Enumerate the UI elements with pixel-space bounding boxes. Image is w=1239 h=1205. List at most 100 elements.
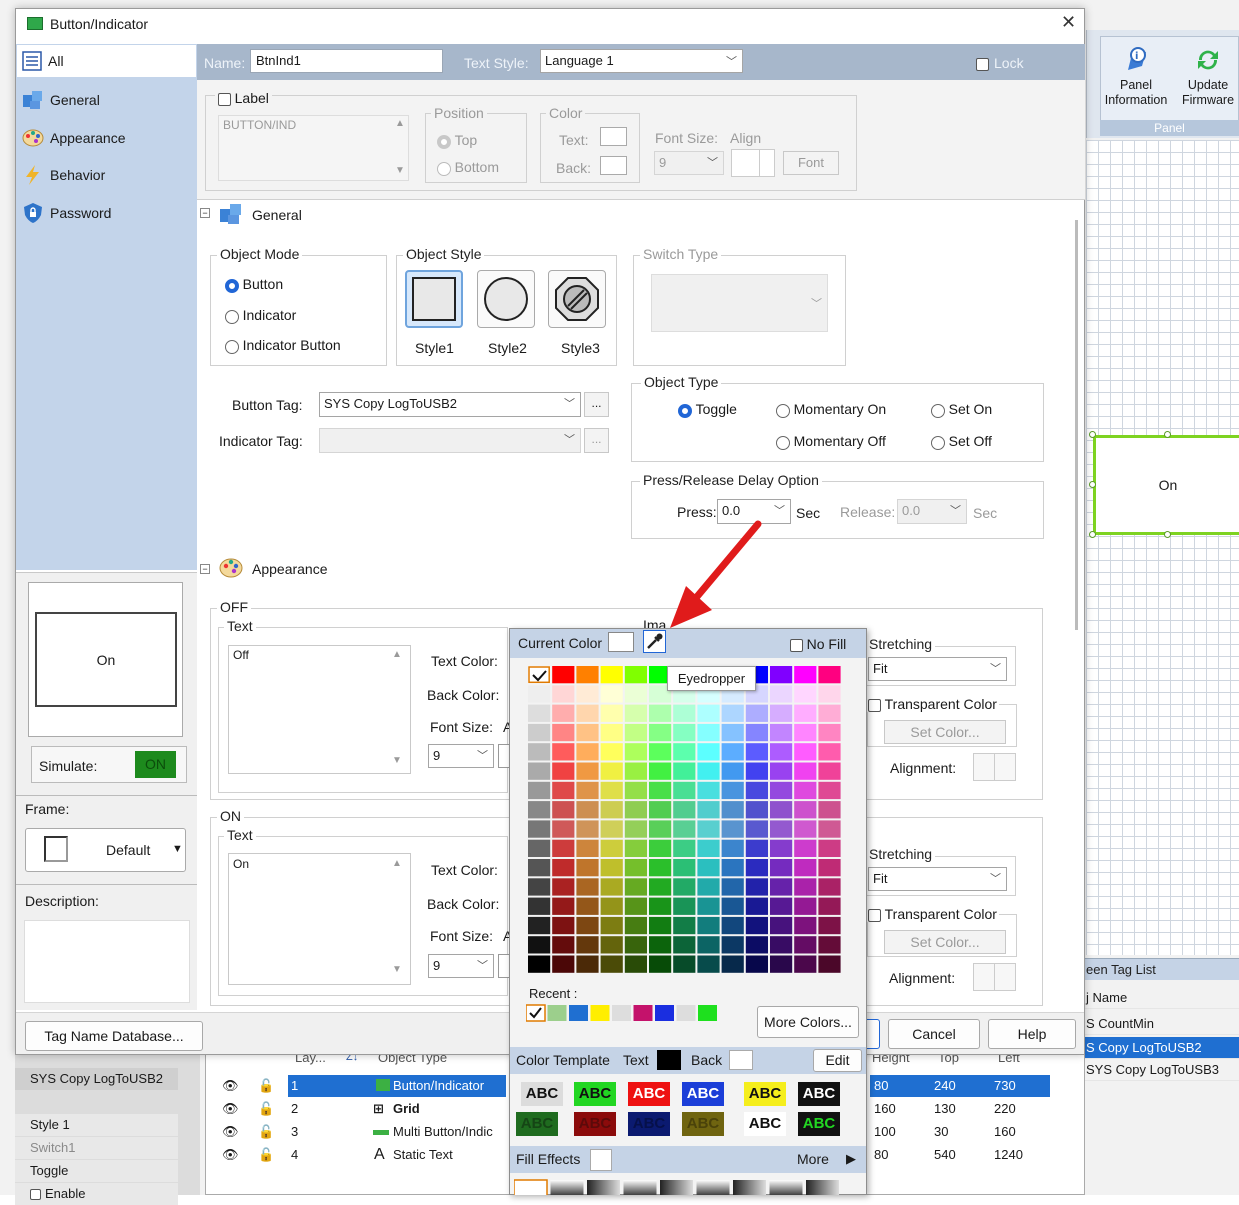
- color-swatch[interactable]: [576, 859, 599, 877]
- color-swatch[interactable]: [624, 801, 647, 819]
- lock-open-icon[interactable]: 🔓: [258, 1121, 274, 1143]
- color-swatch[interactable]: [794, 936, 817, 954]
- button-tag-browse[interactable]: ...: [584, 392, 609, 417]
- mode-indicator-button-option[interactable]: Indicator Button: [225, 337, 341, 354]
- color-swatch[interactable]: [794, 704, 817, 722]
- scroll-down-icon[interactable]: ▼: [392, 964, 402, 975]
- template-swatch[interactable]: ABC: [682, 1082, 724, 1106]
- cancel-button[interactable]: Cancel: [888, 1019, 980, 1049]
- lock-open-icon[interactable]: 🔓: [258, 1144, 274, 1166]
- color-swatch[interactable]: [576, 820, 599, 838]
- color-swatch[interactable]: [697, 801, 720, 819]
- no-fill-option[interactable]: No Fill: [790, 636, 846, 653]
- scroll-up-icon[interactable]: ▲: [392, 858, 402, 869]
- color-swatch[interactable]: [673, 820, 696, 838]
- color-swatch[interactable]: [528, 743, 551, 761]
- color-swatch[interactable]: [697, 820, 720, 838]
- type-mom-on-option[interactable]: Momentary On: [776, 401, 886, 418]
- color-swatch[interactable]: [745, 916, 768, 935]
- color-swatch[interactable]: [649, 897, 672, 915]
- lock-checkbox[interactable]: [976, 56, 989, 72]
- selection-handle[interactable]: [1089, 531, 1096, 538]
- color-swatch[interactable]: [745, 781, 768, 800]
- color-swatch[interactable]: [528, 762, 551, 780]
- color-swatch[interactable]: [794, 743, 817, 761]
- on-text-area[interactable]: [228, 853, 411, 985]
- type-set-off-option[interactable]: Set Off: [931, 433, 992, 450]
- color-swatch[interactable]: [576, 839, 599, 857]
- collapse-appearance-icon[interactable]: −: [200, 564, 210, 574]
- color-swatch[interactable]: [649, 781, 672, 800]
- color-swatch[interactable]: [576, 801, 599, 819]
- property-value[interactable]: Switch1: [15, 1137, 178, 1159]
- template-swatch[interactable]: ABC: [628, 1082, 670, 1106]
- fill-effect-option[interactable]: [587, 1180, 620, 1195]
- off-transparent-option[interactable]: Transparent Color: [866, 696, 999, 713]
- color-swatch[interactable]: [600, 666, 623, 684]
- indicator-tag-browse[interactable]: ...: [584, 428, 609, 453]
- color-swatch[interactable]: [721, 820, 744, 838]
- align-picker[interactable]: [731, 149, 775, 177]
- color-swatch[interactable]: [745, 704, 768, 722]
- color-swatch[interactable]: [697, 781, 720, 800]
- color-swatch[interactable]: [600, 762, 623, 780]
- color-swatch[interactable]: [600, 878, 623, 896]
- color-swatch[interactable]: [552, 897, 575, 915]
- color-swatch[interactable]: [770, 839, 793, 857]
- color-swatch[interactable]: [794, 666, 817, 684]
- color-swatch[interactable]: [818, 820, 841, 838]
- color-swatch[interactable]: [528, 781, 551, 800]
- collapse-general-icon[interactable]: −: [200, 208, 210, 218]
- color-swatch[interactable]: [818, 801, 841, 819]
- color-swatch[interactable]: [794, 781, 817, 800]
- tag-list-row-selected[interactable]: S Copy LogToUSB2: [1070, 1037, 1239, 1059]
- color-swatch[interactable]: [697, 743, 720, 761]
- color-swatch[interactable]: [624, 897, 647, 915]
- color-swatch[interactable]: [745, 878, 768, 896]
- style1-option[interactable]: [405, 270, 463, 328]
- color-swatch[interactable]: [649, 801, 672, 819]
- color-swatch[interactable]: [818, 666, 841, 684]
- button-tag-select[interactable]: SYS Copy LogToUSB2 ﹀: [319, 392, 581, 417]
- type-mom-on-radio[interactable]: [776, 403, 790, 418]
- on-font-size-select[interactable]: 9 ﹀: [428, 954, 494, 978]
- color-swatch[interactable]: [552, 685, 575, 703]
- color-swatch[interactable]: [673, 781, 696, 800]
- on-set-color-button[interactable]: Set Color...: [884, 930, 1006, 954]
- recent-color-swatch[interactable]: [547, 1005, 567, 1021]
- color-swatch[interactable]: [818, 685, 841, 703]
- recent-color-swatch[interactable]: [633, 1005, 653, 1021]
- selection-handle[interactable]: [1089, 431, 1096, 438]
- text-color-swatch[interactable]: [600, 127, 627, 146]
- color-swatch[interactable]: [600, 897, 623, 915]
- color-swatch[interactable]: [528, 955, 551, 973]
- color-swatch[interactable]: [624, 955, 647, 973]
- type-mom-off-option[interactable]: Momentary Off: [776, 433, 886, 450]
- fill-effect-option[interactable]: [623, 1180, 657, 1195]
- eye-icon[interactable]: 👁: [222, 1098, 239, 1120]
- off-text-area[interactable]: [228, 645, 411, 774]
- color-swatch[interactable]: [673, 704, 696, 722]
- color-swatch[interactable]: [528, 897, 551, 915]
- color-swatch[interactable]: [673, 762, 696, 780]
- color-swatch[interactable]: [745, 936, 768, 954]
- switch-type-select[interactable]: ﹀: [651, 274, 828, 332]
- lock-check[interactable]: [976, 58, 989, 72]
- color-swatch[interactable]: [528, 820, 551, 838]
- color-swatch[interactable]: [576, 878, 599, 896]
- color-swatch[interactable]: [673, 839, 696, 857]
- color-swatch[interactable]: [697, 762, 720, 780]
- nav-item-general[interactable]: General: [22, 83, 100, 117]
- color-swatch[interactable]: [794, 801, 817, 819]
- color-swatch[interactable]: [576, 685, 599, 703]
- color-swatch[interactable]: [818, 955, 841, 973]
- color-swatch[interactable]: [624, 723, 647, 742]
- template-swatch[interactable]: ABC: [798, 1112, 840, 1136]
- pos-top-option[interactable]: Top: [437, 132, 477, 149]
- color-swatch[interactable]: [818, 723, 841, 742]
- color-swatch[interactable]: [745, 839, 768, 857]
- color-swatch[interactable]: [673, 936, 696, 954]
- simulate-toggle[interactable]: ON: [135, 751, 176, 778]
- color-swatch[interactable]: [624, 936, 647, 954]
- color-swatch[interactable]: [673, 955, 696, 973]
